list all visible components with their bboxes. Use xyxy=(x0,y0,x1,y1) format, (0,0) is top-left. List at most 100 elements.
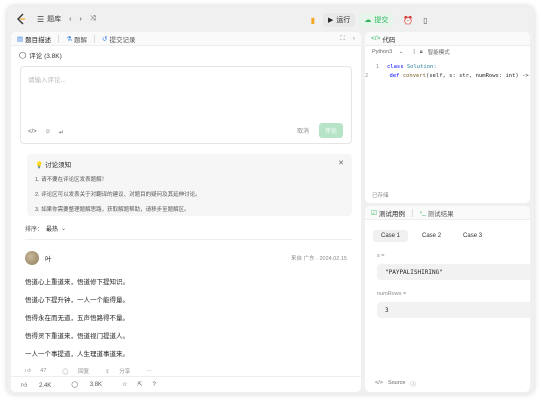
post-reply-button[interactable]: ◯ 回复 xyxy=(62,367,97,375)
tab-test-results[interactable]: ›_ 测试结果 xyxy=(420,208,454,218)
source-link[interactable]: </> Source ⓘ xyxy=(375,380,421,388)
tab-submissions-label: 提交记录 xyxy=(109,36,136,44)
code-editor[interactable]: 1 class Solution: 2 def convert(self, s: s… xyxy=(365,58,530,80)
tab-description[interactable]: ▤ 题目描述 xyxy=(17,34,51,44)
source-label: Source xyxy=(387,380,406,386)
notice-line: 2. 评论区可以发表关于对翻译的建议、对题目的疑问及其延伸讨论。 xyxy=(35,192,201,198)
chevron-left-icon: ‹ xyxy=(69,15,72,23)
comment-post: 叶 来自 广东 · 2024.02.15 悟道心上重道来，悟道修下提知识。 悟道… xyxy=(11,250,361,375)
code-text: class Solution: xyxy=(387,64,437,70)
notice-title: 💡 讨论须知 xyxy=(35,159,344,169)
sort-selector[interactable]: 排序： 最热 ⌄ xyxy=(11,216,361,233)
tab-solutions-label: 题解 xyxy=(73,36,87,44)
notice-title-text: 讨论须知 xyxy=(45,162,72,169)
post-line: 悟得永在而无道，五声悟路得不量。 xyxy=(25,315,129,322)
test-tabs: ☑ 测试用例 ›_ 测试结果 xyxy=(365,206,530,220)
discussion-notice: 💡 讨论须知 ✕ 1. 请不要在评论区发表题解！ 2. 评论区可以发表关于对翻译的… xyxy=(27,154,352,216)
more-icon[interactable]: ··· xyxy=(146,368,152,374)
collapse-icon[interactable]: ‹ xyxy=(353,35,355,43)
testcase-input-s[interactable]: "PAYPALISHIRING" xyxy=(377,264,530,280)
alarm-clock-icon[interactable]: ⏰ xyxy=(402,14,414,26)
comment-submit-button[interactable]: 评论 xyxy=(318,123,343,138)
share-icon: ⇪ xyxy=(105,369,110,375)
sort-value[interactable]: 最热 xyxy=(46,224,58,233)
run-button[interactable]: ▶ 运行 xyxy=(323,13,356,27)
close-icon[interactable]: ✕ xyxy=(338,159,344,167)
star-icon[interactable]: ☆ xyxy=(122,381,127,388)
share-icon[interactable]: ⇱ xyxy=(137,381,142,388)
comments-header: ◯ 评论 (3.8K) xyxy=(11,46,361,64)
divider: | xyxy=(413,49,415,55)
tab-testcases-label: 测试用例 xyxy=(378,210,405,218)
like-button[interactable]: 👍︎ 2.4K xyxy=(21,381,61,389)
app-window: ☰ 题库 ‹ › ⤨ ▮ ▶ 运行 ☁ 提交 ⏰ ▯ ▤ 题目描述 ⚗ 题解 ↺… xyxy=(7,6,534,394)
prev-problem-button[interactable]: ‹ xyxy=(69,16,71,23)
post-line: 悟道心上重道来，悟道修下提知识。 xyxy=(25,279,129,286)
problem-list-button[interactable]: ☰ 题库 xyxy=(37,14,61,24)
save-status: 已存储 xyxy=(372,193,389,199)
submit-label: 提交 xyxy=(374,17,389,24)
case-tab[interactable]: Case 3 xyxy=(455,230,490,242)
testcase-input-numrows[interactable]: 3 xyxy=(377,302,530,318)
next-problem-button[interactable]: › xyxy=(80,16,82,23)
code-token: Solution: xyxy=(406,63,437,70)
help-icon[interactable]: ? xyxy=(152,382,155,388)
line-number: 2 xyxy=(365,72,369,79)
help-icon: ⓘ xyxy=(410,382,416,388)
terminal-icon: ›_ xyxy=(419,209,426,216)
tab-code-label: 代码 xyxy=(382,36,396,44)
newline-icon[interactable]: ↵ xyxy=(59,129,64,136)
language-select[interactable]: Python3 ⌄ xyxy=(372,49,408,55)
smart-mode-toggle[interactable]: 智能模式 xyxy=(428,48,450,56)
description-panel: ▤ 题目描述 ⚗ 题解 ↺ 提交记录 ⛶ ‹ ◯ 评论 (3.8K) 请输入评论… xyxy=(11,32,361,392)
code-icon[interactable]: </> xyxy=(28,129,37,136)
submit-button[interactable]: ☁ 提交 xyxy=(359,13,394,27)
thumbs-up-icon: 👍︎ xyxy=(21,382,28,389)
testcase-label-s: s = xyxy=(377,253,385,259)
cancel-button[interactable]: 取消 xyxy=(297,126,309,135)
post-line: 一人一个事提道，人生理道事道来。 xyxy=(25,351,129,358)
panel-controls: ⛶ ‹ xyxy=(332,35,355,43)
code-tabs: </> 代码 xyxy=(365,32,530,46)
run-label: 运行 xyxy=(336,17,351,24)
lightbulb-icon: 💡 xyxy=(35,162,44,169)
post-author[interactable]: 叶 xyxy=(45,253,52,263)
left-tabs: ▤ 题目描述 ⚗ 题解 ↺ 提交记录 ⛶ ‹ xyxy=(11,32,361,46)
checkbox-icon: ☑ xyxy=(371,209,377,217)
debug-icon[interactable]: ▮ xyxy=(307,14,319,26)
chevron-down-icon: ⌄ xyxy=(61,226,67,232)
tab-solutions[interactable]: ⚗ 题解 xyxy=(66,34,87,44)
run-submit-group: ▮ ▶ 运行 ☁ 提交 ⏰ ▯ xyxy=(302,13,431,27)
code-token: def xyxy=(376,72,403,79)
case-tab[interactable]: Case 2 xyxy=(414,230,449,242)
tab-submissions[interactable]: ↺ 提交记录 xyxy=(102,34,135,44)
emoji-icon[interactable]: ☺ xyxy=(45,129,51,136)
post-share-label: 分享 xyxy=(119,369,131,375)
code-panel: </> 代码 Python3 ⌄ | 🔒︎ 智能模式 1 class Soluti… xyxy=(365,32,530,203)
code-line[interactable]: 2 def convert(self, s: str, numRows: int… xyxy=(365,71,530,80)
doc-icon: ▤ xyxy=(17,35,24,43)
case-tab[interactable]: Case 1 xyxy=(373,230,409,242)
post-like-button[interactable]: 👍︎ 47 xyxy=(25,368,54,374)
fullscreen-icon[interactable]: ⛶ xyxy=(340,35,345,43)
notes-icon[interactable]: ▯ xyxy=(419,14,431,26)
comment-editor[interactable]: 请输入评论... </> ☺ ↵ 取消 评论 xyxy=(20,66,352,144)
tab-divider xyxy=(411,208,413,217)
lock-icon: 🔒︎ xyxy=(419,48,423,55)
comment-icon: ◯ xyxy=(62,369,69,375)
comments-button-count: 3.8K xyxy=(89,382,103,388)
cloud-upload-icon: ☁ xyxy=(364,17,372,24)
code-line[interactable]: 1 class Solution: xyxy=(365,62,530,71)
comment-placeholder[interactable]: 请输入评论... xyxy=(28,74,66,84)
tab-code[interactable]: </> 代码 xyxy=(371,34,395,44)
avatar[interactable] xyxy=(25,251,39,265)
code-token: class xyxy=(387,63,407,70)
leetcode-logo[interactable] xyxy=(15,13,27,25)
post-line: 悟道心下提升钟，一人一个能得量。 xyxy=(25,297,129,304)
post-share-button[interactable]: ⇪ 分享 xyxy=(105,367,138,375)
comments-button[interactable]: ◯ 3.8K xyxy=(71,381,112,388)
play-icon: ▶ xyxy=(328,17,334,24)
tab-testcases[interactable]: ☑ 测试用例 xyxy=(371,208,405,218)
random-problem-button[interactable]: ⤨ xyxy=(90,15,96,23)
code-token: convert xyxy=(402,72,426,79)
